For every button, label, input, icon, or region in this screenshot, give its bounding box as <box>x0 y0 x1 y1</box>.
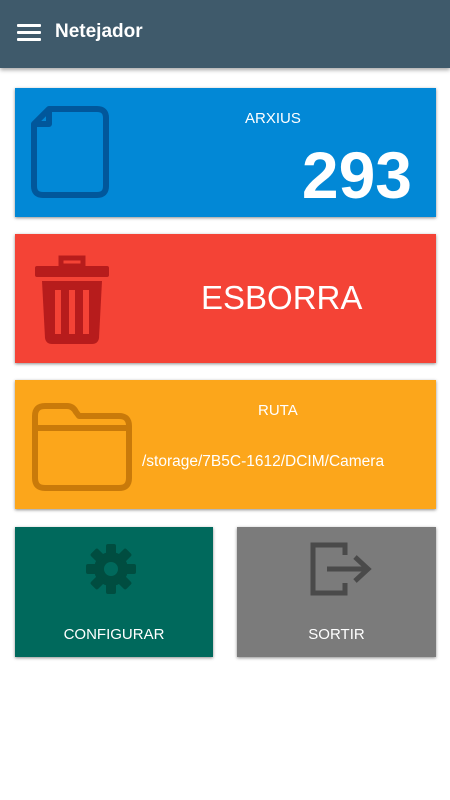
exit-icon <box>310 542 372 596</box>
files-label: ARXIUS <box>245 110 301 127</box>
path-value: /storage/7B5C-1612/DCIM/Camera <box>142 453 385 470</box>
menu-icon[interactable] <box>17 24 41 42</box>
delete-label: ESBORRA <box>201 279 363 316</box>
delete-card[interactable]: ESBORRA <box>15 234 436 363</box>
folder-icon <box>32 403 132 491</box>
trash-icon <box>35 255 109 344</box>
exit-label: SORTIR <box>308 626 365 643</box>
document-icon <box>31 106 109 198</box>
config-card[interactable]: CONFIGURAR <box>15 527 213 657</box>
path-card[interactable]: RUTA /storage/7B5C-1612/DCIM/Camera <box>15 380 436 509</box>
path-label: RUTA <box>258 402 298 419</box>
app-title: Netejador <box>55 21 143 42</box>
app-bar: Netejador <box>0 0 450 68</box>
gear-icon <box>86 544 136 594</box>
exit-card[interactable]: SORTIR <box>237 527 436 657</box>
config-label: CONFIGURAR <box>63 626 165 643</box>
files-count: 293 <box>301 138 412 212</box>
files-card[interactable]: ARXIUS 293 <box>15 88 436 217</box>
